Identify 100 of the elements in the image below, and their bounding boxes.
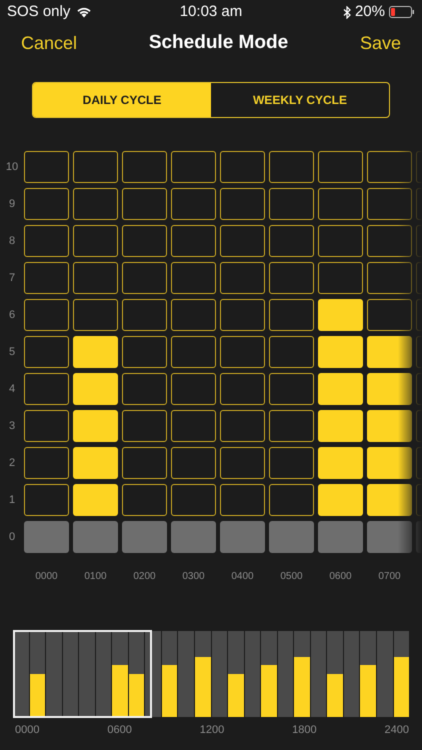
schedule-cell[interactable] <box>269 262 314 294</box>
schedule-cell[interactable] <box>220 225 265 257</box>
schedule-cell[interactable] <box>318 410 363 442</box>
schedule-cell[interactable] <box>318 262 363 294</box>
schedule-cell[interactable] <box>269 484 314 516</box>
schedule-cell[interactable] <box>171 188 216 220</box>
schedule-cell[interactable] <box>171 299 216 331</box>
schedule-cell[interactable] <box>171 484 216 516</box>
schedule-cell[interactable] <box>73 447 118 479</box>
schedule-cell[interactable] <box>73 373 118 405</box>
schedule-cell[interactable] <box>122 151 167 183</box>
schedule-cell[interactable] <box>122 188 167 220</box>
schedule-cell[interactable] <box>367 484 412 516</box>
schedule-cell[interactable] <box>367 262 412 294</box>
schedule-cell[interactable] <box>367 447 412 479</box>
schedule-cell[interactable] <box>24 447 69 479</box>
schedule-cell[interactable] <box>318 188 363 220</box>
schedule-cell[interactable] <box>171 410 216 442</box>
schedule-cell[interactable] <box>269 225 314 257</box>
schedule-cell[interactable] <box>122 447 167 479</box>
schedule-cell[interactable] <box>122 410 167 442</box>
schedule-cell[interactable] <box>73 151 118 183</box>
schedule-cell[interactable] <box>220 410 265 442</box>
schedule-cell[interactable] <box>171 151 216 183</box>
schedule-cell[interactable] <box>122 299 167 331</box>
row-label: 9 <box>8 196 16 212</box>
baseline-cell[interactable] <box>269 521 314 553</box>
schedule-cell[interactable] <box>367 410 412 442</box>
schedule-cell[interactable] <box>171 225 216 257</box>
schedule-cell[interactable] <box>122 262 167 294</box>
schedule-cell[interactable] <box>171 447 216 479</box>
save-button[interactable]: Save <box>360 30 401 56</box>
baseline-cell[interactable] <box>220 521 265 553</box>
schedule-cell[interactable] <box>318 373 363 405</box>
schedule-cell[interactable] <box>220 336 265 368</box>
schedule-cell[interactable] <box>24 299 69 331</box>
schedule-cell[interactable] <box>220 484 265 516</box>
schedule-cell[interactable] <box>318 151 363 183</box>
schedule-cell[interactable] <box>73 484 118 516</box>
schedule-cell[interactable] <box>318 484 363 516</box>
schedule-cell[interactable] <box>269 410 314 442</box>
schedule-cell[interactable] <box>24 188 69 220</box>
schedule-cell[interactable] <box>24 151 69 183</box>
schedule-cell[interactable] <box>318 336 363 368</box>
baseline-cell[interactable] <box>73 521 118 553</box>
cycle-tab[interactable]: WEEKLY CYCLE <box>211 83 389 117</box>
schedule-cell[interactable] <box>24 373 69 405</box>
baseline-cell[interactable] <box>318 521 363 553</box>
schedule-cell[interactable] <box>73 188 118 220</box>
schedule-cell[interactable] <box>220 299 265 331</box>
schedule-cell[interactable] <box>73 225 118 257</box>
schedule-cell[interactable] <box>269 299 314 331</box>
schedule-cell[interactable] <box>269 151 314 183</box>
schedule-cell[interactable] <box>122 336 167 368</box>
schedule-cell[interactable] <box>367 225 412 257</box>
battery-percent: 20% <box>354 2 385 22</box>
baseline-cell[interactable] <box>367 521 412 553</box>
schedule-cell[interactable] <box>318 225 363 257</box>
schedule-cell[interactable] <box>220 151 265 183</box>
battery-icon <box>388 6 415 18</box>
schedule-cell[interactable] <box>220 188 265 220</box>
baseline-cell[interactable] <box>171 521 216 553</box>
schedule-cell[interactable] <box>367 336 412 368</box>
schedule-cell[interactable] <box>73 336 118 368</box>
schedule-cell[interactable] <box>220 447 265 479</box>
viewport-frame[interactable] <box>13 630 152 718</box>
schedule-cell[interactable] <box>24 410 69 442</box>
baseline-cell[interactable] <box>122 521 167 553</box>
schedule-cell[interactable] <box>367 151 412 183</box>
schedule-cell[interactable] <box>24 225 69 257</box>
schedule-cell[interactable] <box>318 299 363 331</box>
schedule-cell[interactable] <box>269 336 314 368</box>
schedule-cell[interactable] <box>73 262 118 294</box>
schedule-cell[interactable] <box>122 225 167 257</box>
schedule-cell[interactable] <box>367 299 412 331</box>
row-label: 8 <box>8 234 16 249</box>
schedule-cell[interactable] <box>24 484 69 516</box>
cycle-tab[interactable]: DAILY CYCLE <box>33 83 211 117</box>
schedule-cell[interactable] <box>171 336 216 368</box>
schedule-cell[interactable] <box>220 262 265 294</box>
schedule-cell[interactable] <box>171 262 216 294</box>
schedule-cell[interactable] <box>24 336 69 368</box>
axis-label: 0600 <box>107 723 132 738</box>
schedule-cell[interactable] <box>367 188 412 220</box>
schedule-cell[interactable] <box>73 299 118 331</box>
baseline-cell[interactable] <box>24 521 69 553</box>
row-label: 0 <box>8 530 16 545</box>
cancel-button[interactable]: Cancel <box>21 30 78 56</box>
schedule-cell[interactable] <box>269 188 314 220</box>
schedule-cell[interactable] <box>122 373 167 405</box>
schedule-cell[interactable] <box>367 373 412 405</box>
schedule-cell[interactable] <box>73 410 118 442</box>
schedule-cell[interactable] <box>269 373 314 405</box>
row-label: 5 <box>8 344 16 360</box>
schedule-cell[interactable] <box>122 484 167 516</box>
schedule-cell[interactable] <box>171 373 216 405</box>
schedule-cell[interactable] <box>24 262 69 294</box>
schedule-cell[interactable] <box>220 373 265 405</box>
schedule-cell[interactable] <box>269 447 314 479</box>
schedule-cell[interactable] <box>318 447 363 479</box>
